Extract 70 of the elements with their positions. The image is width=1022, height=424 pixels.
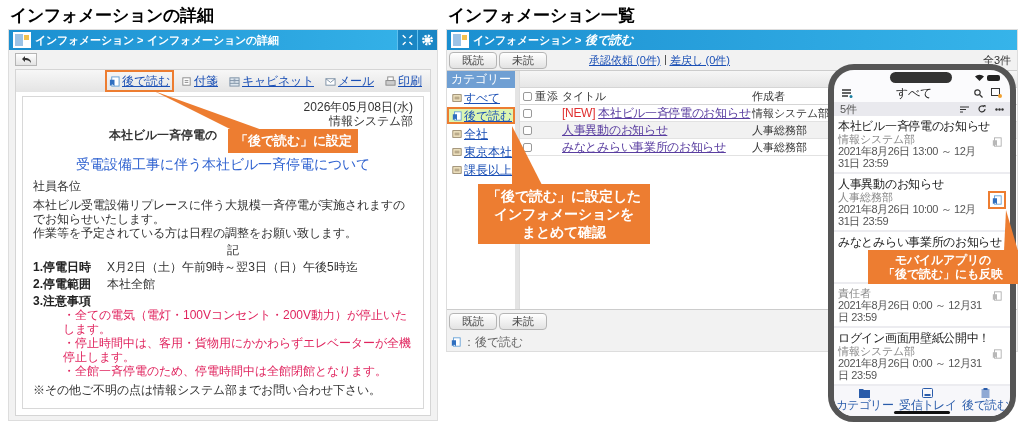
category-item[interactable]: 課長以上 bbox=[447, 161, 515, 179]
text-button[interactable]: 既読 bbox=[449, 313, 497, 330]
document-department: 情報システム部 bbox=[329, 114, 413, 128]
section-heading: インフォメーションの詳細 bbox=[10, 5, 214, 27]
item-value: 本社全館 bbox=[107, 277, 155, 291]
document-headline: 受電設備工事に伴う本社ビル一斉停電について bbox=[76, 156, 370, 173]
item-period: 2021年8月26日 0:00 ～ 12月31日 23:59 bbox=[838, 299, 983, 323]
category-item[interactable]: すべて bbox=[447, 89, 515, 107]
category-item[interactable]: 東京本社 bbox=[447, 143, 515, 161]
table-cell-text: 情報システム部 bbox=[751, 105, 829, 121]
filter-link[interactable]: 差戻し (0件) bbox=[669, 52, 730, 69]
toolbar-link[interactable]: 印刷 bbox=[381, 70, 426, 92]
notice-line: ・全館一斉停電のため、停電時間中は全館閉館となります。 bbox=[62, 364, 388, 378]
text-button[interactable]: 未読 bbox=[499, 313, 547, 330]
section-heading: インフォメーション一覧 bbox=[448, 5, 635, 27]
item-department: 情報システム部 bbox=[838, 133, 916, 145]
column-header: 重 bbox=[534, 88, 546, 104]
item-department: 人事総務部 bbox=[838, 191, 894, 203]
table-cell-text: 人事総務部 bbox=[751, 139, 807, 155]
item-label: 3.注意事項 bbox=[33, 294, 91, 308]
callout-text: 「後で読む」に設定した bbox=[487, 187, 641, 205]
footer-note: ※その他ご不明の点は情報システム部までお問い合わせ下さい。 bbox=[33, 383, 381, 397]
title-link[interactable]: みなとみらい事業所のお知らせ bbox=[562, 138, 726, 157]
text-button[interactable]: 既読 bbox=[449, 52, 497, 69]
tab-bar-item[interactable]: 受信トレイ bbox=[899, 388, 957, 412]
document-date: 2026年05月08日(水) bbox=[303, 100, 413, 114]
item-title[interactable]: ログイン画面用壁紙公開中！ bbox=[838, 331, 1006, 345]
category-item[interactable]: 全社 bbox=[447, 125, 515, 143]
column-header: 作成者 bbox=[751, 88, 785, 104]
document-title: 本社ビル一斉停電の bbox=[109, 128, 217, 142]
item-title[interactable]: 本社ビル一斉停電のお知らせ bbox=[838, 119, 1006, 133]
callout-text: モバイルアプリの bbox=[895, 253, 991, 267]
item-label: 2.停電範囲 bbox=[33, 277, 91, 291]
legend-text: ：後で読む bbox=[463, 334, 523, 351]
title-link[interactable]: 本社ビル一斉停電のお知らせ bbox=[598, 104, 751, 123]
note-mark: 記 bbox=[227, 243, 239, 257]
callout-text: まとめて確認 bbox=[522, 223, 606, 241]
toolbar-link[interactable]: メール bbox=[321, 70, 378, 92]
item-title[interactable]: みなとみらい事業所のお知らせ bbox=[838, 235, 1006, 249]
breadcrumb-current: 後で読む bbox=[585, 32, 634, 49]
notice-line: ・停止時間中は、客用・貨物用にかかわらずエレベーターが全機停止します。 bbox=[62, 336, 412, 364]
table-cell-text: 人事総務部 bbox=[751, 122, 807, 138]
item-value: X月2日（土）午前9時～翌3日（日）午後5時迄 bbox=[107, 260, 358, 274]
filter-link[interactable]: 承認依頼 (0件) bbox=[589, 52, 661, 69]
text-button[interactable]: 未読 bbox=[499, 52, 547, 69]
salutation: 社員各位 bbox=[33, 179, 81, 193]
item-period: 2021年8月26日 10:00 ～ 12月31日 23:59 bbox=[838, 203, 977, 227]
column-header: タイトル bbox=[561, 88, 607, 104]
breadcrumb: インフォメーション > インフォメーションの詳細 bbox=[35, 32, 279, 48]
callout-text: 「後で読む」にも反映 bbox=[883, 267, 1003, 281]
toolbar-link[interactable]: キャビネット bbox=[225, 70, 318, 92]
breadcrumb: インフォメーション > bbox=[473, 32, 582, 48]
toolbar-link[interactable]: 付箋 bbox=[177, 70, 222, 92]
screen-title: すべて bbox=[894, 85, 933, 102]
title-link[interactable]: 人事異動のお知らせ bbox=[562, 121, 668, 140]
body-text: 作業等を予定されている方は日程の調整をお願い致します。 bbox=[33, 226, 358, 240]
column-header: 添 bbox=[546, 88, 558, 104]
callout-text: インフォメーションを bbox=[494, 205, 634, 223]
item-label: 1.停電日時 bbox=[33, 260, 91, 274]
item-period: 2021年8月26日 13:00 ～ 12月31日 23:59 bbox=[838, 145, 977, 169]
callout-text: 「後で読む」に設定 bbox=[234, 132, 352, 150]
notice-line: ・全ての電気（電灯・100Vコンセント・200V動力）が停止いたします。 bbox=[62, 308, 409, 336]
item-department: 責任者 bbox=[838, 287, 872, 299]
item-department: 情報システム部 bbox=[838, 345, 916, 357]
item-count: 5件 bbox=[840, 101, 858, 117]
body-text: 本社ビル受電設備リプレースに伴う大規模一斉停電が実施されますのでお知らせいたします。 bbox=[33, 198, 406, 226]
category-header: カテゴリー bbox=[447, 71, 515, 89]
item-period: 2021年8月26日 0:00 ～ 12月31日 23:59 bbox=[838, 357, 983, 381]
item-title[interactable]: 人事異動のお知らせ bbox=[838, 177, 1006, 191]
new-label: [NEW] bbox=[562, 105, 596, 123]
